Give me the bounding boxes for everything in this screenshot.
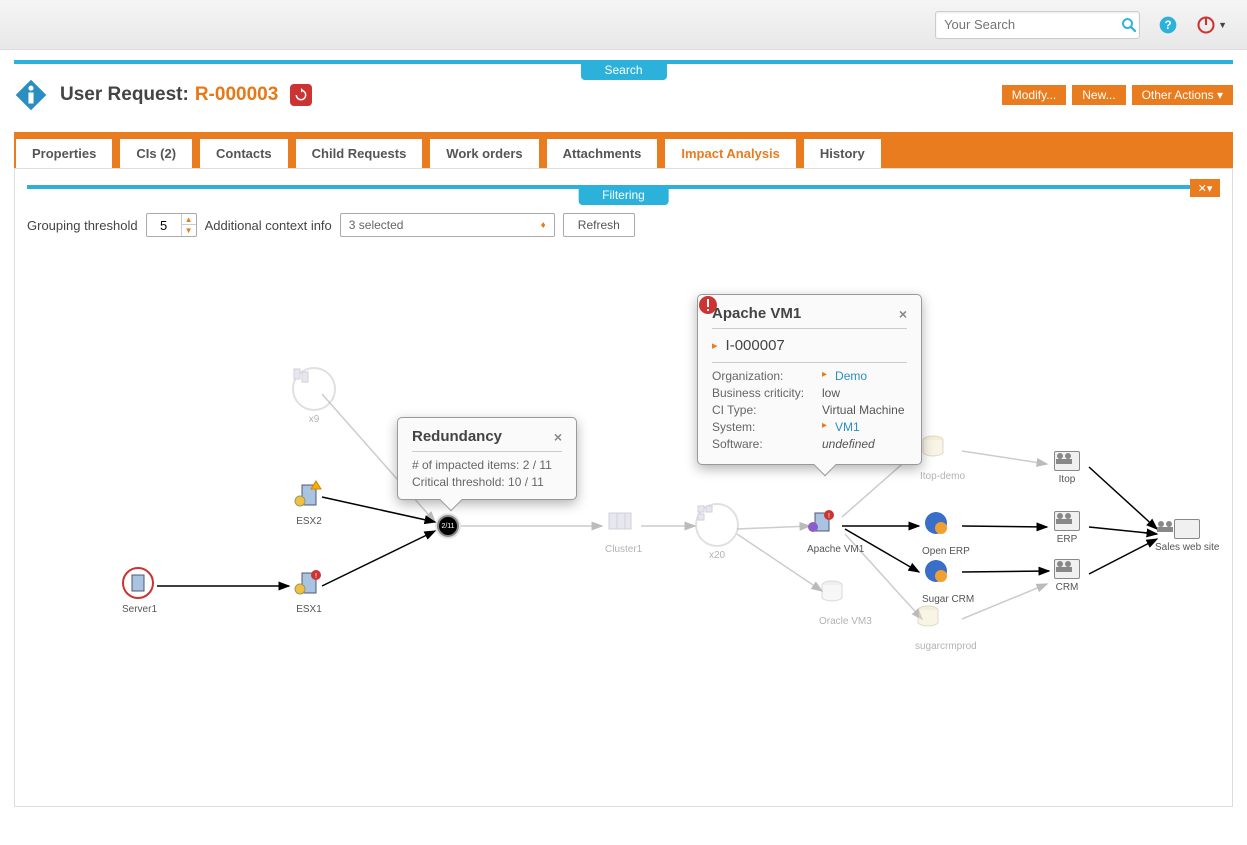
close-icon[interactable]: × bbox=[554, 429, 562, 445]
new-button[interactable]: New... bbox=[1072, 85, 1125, 105]
tools-icon[interactable]: ✕▾ bbox=[1190, 179, 1220, 197]
node-sugar-crm[interactable]: Sugar CRM bbox=[922, 557, 974, 605]
tooltip-line: # of impacted items: 2 / 11 bbox=[412, 458, 562, 472]
tab-impact-analysis[interactable]: Impact Analysis bbox=[663, 137, 798, 168]
filtering-toggle[interactable]: Filtering bbox=[578, 185, 669, 205]
page-title: User Request: R-000003 bbox=[60, 84, 312, 106]
search-separator: Search bbox=[14, 60, 1233, 64]
tab-history[interactable]: History bbox=[802, 137, 883, 168]
refresh-icon[interactable] bbox=[290, 84, 312, 106]
group-icon bbox=[292, 367, 336, 411]
node-open-erp[interactable]: Open ERP bbox=[922, 509, 970, 557]
node-sugarcrmprod[interactable]: sugarcrmprod bbox=[915, 604, 977, 652]
context-info-select[interactable]: 3 selected♦ bbox=[340, 213, 555, 237]
hypervisor-icon bbox=[292, 479, 326, 513]
node-apache-vm1[interactable]: ! Apache VM1 bbox=[807, 507, 864, 555]
node-oracle-vm3[interactable]: Oracle VM3 bbox=[819, 579, 872, 627]
app-icon bbox=[931, 557, 965, 591]
contact-icon bbox=[1054, 559, 1080, 579]
tab-properties[interactable]: Properties bbox=[14, 137, 114, 168]
filtering-separator: Filtering bbox=[27, 185, 1220, 189]
tooltip-apache: Apache VM1× ▸ I-000007 Organization:▸ De… bbox=[697, 294, 922, 465]
impact-graph[interactable]: Server1 ! ESX1 ESX2 x9 2/11 bbox=[27, 239, 1220, 794]
search-box[interactable] bbox=[935, 11, 1140, 39]
tooltip-redundancy: Redundancy× # of impacted items: 2 / 11 … bbox=[397, 417, 577, 500]
tabs-bar: Properties CIs (2) Contacts Child Reques… bbox=[14, 132, 1233, 168]
search-icon[interactable] bbox=[1120, 13, 1138, 37]
node-group-20[interactable]: x20 bbox=[695, 503, 739, 561]
alert-icon bbox=[698, 295, 921, 464]
node-itop-demo[interactable]: Itop-demo bbox=[920, 434, 965, 482]
page-header: User Request: R-000003 Modify... New... … bbox=[14, 78, 1233, 112]
tab-contacts[interactable]: Contacts bbox=[198, 137, 290, 168]
hypervisor-icon: ! bbox=[292, 567, 326, 601]
modify-button[interactable]: Modify... bbox=[1002, 85, 1066, 105]
node-server1[interactable]: Server1 bbox=[122, 567, 157, 615]
tab-attachments[interactable]: Attachments bbox=[545, 137, 660, 168]
group-icon bbox=[695, 503, 739, 547]
node-redundancy[interactable]: 2/11 bbox=[437, 515, 459, 537]
help-icon[interactable]: ? bbox=[1158, 15, 1178, 35]
svg-text:?: ? bbox=[1165, 19, 1172, 32]
chevron-icon: ♦ bbox=[541, 220, 546, 231]
database-icon bbox=[828, 579, 862, 613]
tab-work-orders[interactable]: Work orders bbox=[428, 137, 540, 168]
tab-child-requests[interactable]: Child Requests bbox=[294, 137, 425, 168]
incident-link[interactable]: ▸ I-000007 bbox=[712, 337, 907, 354]
refresh-button[interactable]: Refresh bbox=[563, 213, 635, 237]
database-icon bbox=[926, 434, 960, 468]
svg-text:!: ! bbox=[315, 573, 317, 580]
svg-text:!: ! bbox=[828, 513, 830, 520]
app-icon bbox=[929, 509, 963, 543]
info-icon bbox=[14, 78, 48, 112]
node-group-9[interactable]: x9 bbox=[292, 367, 336, 425]
redundancy-icon: 2/11 bbox=[437, 515, 459, 537]
node-cluster1[interactable]: Cluster1 bbox=[605, 507, 642, 555]
tab-cis[interactable]: CIs (2) bbox=[118, 137, 194, 168]
contact-icon bbox=[1054, 511, 1080, 531]
context-info-label: Additional context info bbox=[205, 218, 332, 233]
search-toggle[interactable]: Search bbox=[580, 60, 666, 80]
spinner-down-icon[interactable]: ▼ bbox=[182, 225, 196, 236]
cluster-icon bbox=[607, 507, 641, 541]
vm-icon: ! bbox=[819, 507, 853, 541]
grouping-threshold-input[interactable]: ▲▼ bbox=[146, 213, 197, 237]
other-actions-button[interactable]: Other Actions ▾ bbox=[1132, 85, 1233, 105]
database-icon bbox=[929, 604, 963, 638]
request-id[interactable]: R-000003 bbox=[195, 84, 278, 106]
tooltip-title: Redundancy bbox=[412, 428, 502, 445]
spinner-up-icon[interactable]: ▲ bbox=[182, 214, 196, 225]
filter-row: Grouping threshold ▲▼ Additional context… bbox=[27, 213, 1220, 237]
node-sales-web-site[interactable]: Sales web site bbox=[1155, 519, 1219, 553]
contact-icon bbox=[1174, 519, 1200, 539]
server-icon bbox=[123, 567, 157, 601]
node-erp[interactable]: ERP bbox=[1054, 511, 1080, 545]
topbar: ? ▼ bbox=[0, 0, 1247, 50]
node-crm[interactable]: CRM bbox=[1054, 559, 1080, 593]
grouping-threshold-label: Grouping threshold bbox=[27, 218, 138, 233]
search-input[interactable] bbox=[944, 17, 1120, 32]
power-menu[interactable]: ▼ bbox=[1196, 15, 1227, 35]
contact-icon bbox=[1054, 451, 1080, 471]
node-itop[interactable]: Itop bbox=[1054, 451, 1080, 485]
node-esx1[interactable]: ! ESX1 bbox=[292, 567, 326, 615]
node-esx2[interactable]: ESX2 bbox=[292, 479, 326, 527]
tooltip-line: Critical threshold: 10 / 11 bbox=[412, 475, 562, 489]
